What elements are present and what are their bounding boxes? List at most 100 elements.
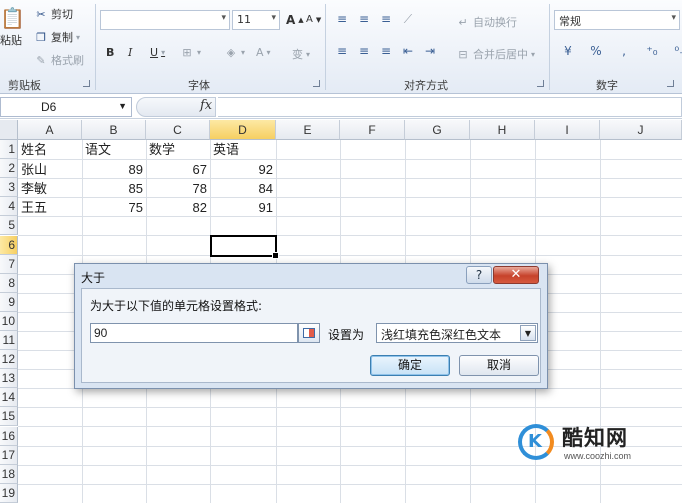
cell-d4[interactable]: 91 (210, 198, 276, 217)
align-middle-icon[interactable]: ≡ (356, 12, 372, 27)
row-header-14[interactable]: 14 (0, 388, 18, 408)
phonetic-button[interactable]: 变 ▾ (292, 46, 310, 62)
comma-button[interactable]: , (616, 44, 632, 58)
name-box[interactable]: D6 ▼ (0, 97, 132, 117)
format-painter-label: 格式刷 (51, 54, 84, 67)
row-header-5[interactable]: 5 (0, 216, 18, 236)
cut-button[interactable]: ✂ 剪切 (34, 6, 73, 22)
row-header-9[interactable]: 9 (0, 292, 18, 312)
align-center-icon[interactable]: ≡ (356, 44, 372, 58)
cut-label: 剪切 (51, 8, 73, 21)
number-format-combo[interactable]: 常规 ▾ (554, 10, 680, 30)
borders-button[interactable]: ⊞ ▾ (180, 46, 201, 59)
chevron-down-icon[interactable]: ▼ (520, 325, 536, 341)
select-all-button[interactable] (0, 120, 18, 140)
row-header-10[interactable]: 10 (0, 311, 18, 331)
paste-button[interactable]: 📋 粘贴 (0, 6, 25, 48)
cell-c4[interactable]: 82 (146, 198, 210, 217)
column-header-e[interactable]: E (276, 120, 340, 140)
cell-a1[interactable]: 姓名 (18, 140, 50, 159)
cell-d2[interactable]: 92 (210, 160, 276, 179)
number-launcher-icon[interactable] (667, 80, 674, 87)
decrease-decimal-icon[interactable]: ⁰₊ (672, 44, 682, 58)
align-bottom-icon[interactable]: ≡ (378, 12, 394, 27)
decrease-indent-icon[interactable]: ⇤ (400, 44, 416, 58)
wrap-text-icon: ↵ (458, 15, 468, 29)
watermark-url: www.coozhi.com (564, 451, 632, 461)
bold-button[interactable]: B (106, 46, 114, 59)
font-name-combo[interactable]: ▾ (100, 10, 230, 30)
fill-color-button[interactable]: ◈ ▾ (224, 46, 245, 59)
row-header-6[interactable]: 6 (0, 235, 18, 255)
row-header-1[interactable]: 1 (0, 140, 18, 159)
cell-d1[interactable]: 英语 (210, 140, 242, 159)
cell-b2[interactable]: 89 (82, 160, 146, 179)
cell-b3[interactable]: 85 (82, 179, 146, 198)
cancel-button[interactable]: 取消 (459, 355, 539, 376)
row-header-17[interactable]: 17 (0, 445, 18, 465)
row-header-15[interactable]: 15 (0, 407, 18, 427)
collapse-dialog-icon (303, 328, 315, 338)
row-header-19[interactable]: 19 (0, 483, 18, 503)
row-header-11[interactable]: 11 (0, 331, 18, 350)
merge-center-button[interactable]: ⊟ 合并后居中 ▾ (456, 46, 535, 62)
align-right-icon[interactable]: ≡ (378, 44, 394, 58)
column-header-b[interactable]: B (82, 120, 146, 140)
cell-b1[interactable]: 语文 (82, 140, 114, 159)
font-size-combo[interactable]: 11 ▾ (232, 10, 280, 30)
column-header-c[interactable]: C (146, 120, 210, 140)
column-header-h[interactable]: H (470, 120, 535, 140)
threshold-input[interactable]: 90 (90, 323, 298, 343)
percent-button[interactable]: % (588, 44, 604, 58)
column-header-d[interactable]: D (210, 120, 276, 140)
cell-c1[interactable]: 数学 (146, 140, 178, 159)
wrap-text-button[interactable]: ↵ 自动换行 (456, 14, 517, 30)
currency-button[interactable]: ¥ (560, 44, 576, 58)
cell-d3[interactable]: 84 (210, 179, 276, 198)
row-header-7[interactable]: 7 (0, 254, 18, 274)
cell-a3[interactable]: 李敏 (18, 179, 50, 198)
clipboard-launcher-icon[interactable] (83, 80, 90, 87)
shrink-font-button[interactable]: A ▼ (306, 14, 321, 25)
column-header-i[interactable]: I (535, 120, 600, 140)
font-color-button[interactable]: A ▾ (256, 46, 271, 59)
cell-c2[interactable]: 67 (146, 160, 210, 179)
orientation-icon[interactable]: ⟋ (400, 12, 416, 27)
column-header-j[interactable]: J (600, 120, 682, 140)
row-header-8[interactable]: 8 (0, 273, 18, 293)
row-header-4[interactable]: 4 (0, 197, 18, 217)
row-header-2[interactable]: 2 (0, 159, 18, 179)
close-button[interactable]: ✕ (493, 266, 539, 284)
help-button[interactable]: ? (466, 266, 492, 284)
active-cell-d6[interactable] (210, 235, 279, 259)
underline-button[interactable]: U ▾ (150, 46, 165, 59)
cell-c3[interactable]: 78 (146, 179, 210, 198)
range-select-button[interactable] (298, 323, 320, 343)
formula-input[interactable] (218, 97, 682, 117)
cell-a4[interactable]: 王五 (18, 198, 50, 217)
copy-button[interactable]: ❐ 复制 ▾ (34, 29, 80, 45)
fx-icon[interactable]: fx (200, 98, 212, 113)
column-header-g[interactable]: G (405, 120, 470, 140)
row-header-16[interactable]: 16 (0, 426, 18, 446)
alignment-launcher-icon[interactable] (537, 80, 544, 87)
increase-decimal-icon[interactable]: ⁺₀ (644, 44, 660, 58)
row-header-13[interactable]: 13 (0, 369, 18, 389)
grow-font-button[interactable]: A ▲ (286, 13, 304, 27)
ok-button[interactable]: 确定 (370, 355, 450, 376)
column-header-f[interactable]: F (340, 120, 405, 140)
align-top-icon[interactable]: ≡ (334, 12, 350, 27)
column-header-a[interactable]: A (18, 120, 82, 140)
align-left-icon[interactable]: ≡ (334, 44, 350, 58)
row-header-3[interactable]: 3 (0, 178, 18, 198)
logo-letter: K (528, 431, 542, 452)
cell-a2[interactable]: 张山 (18, 160, 50, 179)
font-launcher-icon[interactable] (313, 80, 320, 87)
format-select[interactable]: 浅红填充色深红色文本 ▼ (376, 323, 538, 343)
format-painter-button[interactable]: ✎ 格式刷 (34, 52, 84, 68)
italic-button[interactable]: I (128, 46, 132, 59)
row-header-18[interactable]: 18 (0, 464, 18, 484)
increase-indent-icon[interactable]: ⇥ (422, 44, 438, 58)
cell-b4[interactable]: 75 (82, 198, 146, 217)
row-header-12[interactable]: 12 (0, 350, 18, 370)
